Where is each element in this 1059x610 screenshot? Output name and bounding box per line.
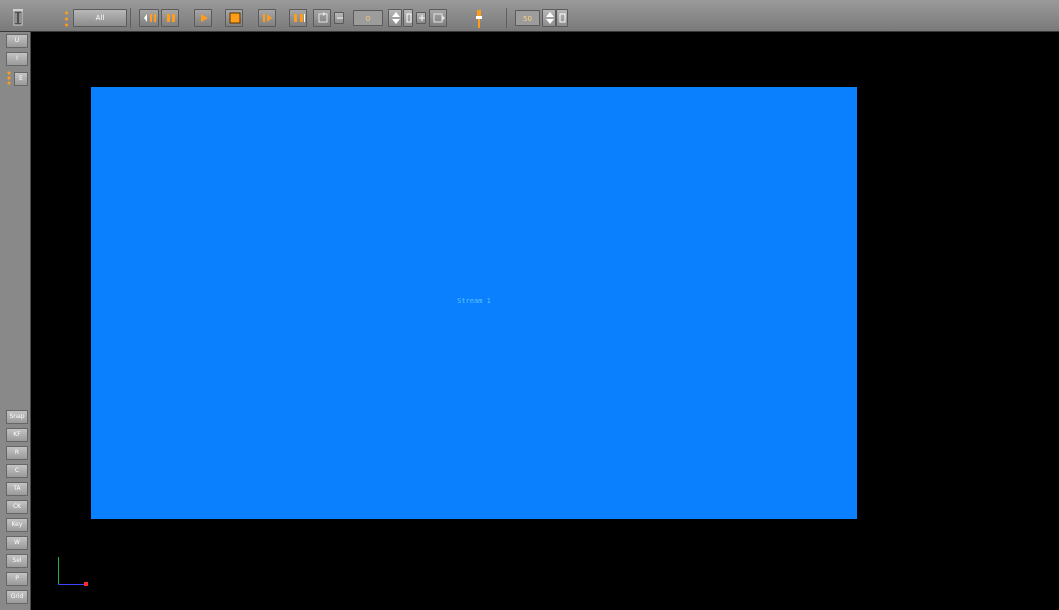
play-button[interactable] (194, 9, 212, 27)
loop-icon (318, 12, 328, 23)
step-forward-icon (263, 14, 272, 22)
frame-increment-button[interactable] (416, 12, 426, 24)
sidebar-item-u[interactable]: U (6, 34, 28, 48)
sidebar-item-kf[interactable]: KF (6, 428, 28, 442)
sidebar-item-e[interactable]: E (14, 72, 28, 86)
sidebar-item-label: R (14, 449, 20, 456)
sidebar-item-label: I (16, 55, 18, 62)
top-toolbar: All 0 50 (0, 0, 1059, 32)
sidebar-item-key[interactable]: Key (6, 518, 28, 532)
sidebar-item-w[interactable]: W (6, 536, 28, 550)
play-icon (201, 14, 208, 22)
sidebar-item-label: Sel (12, 557, 22, 564)
stream-label: Stream 1 (457, 297, 491, 305)
sidebar-handle-icon[interactable] (6, 70, 12, 86)
step-back-icon (144, 14, 156, 22)
frame-value: 0 (365, 15, 371, 23)
pause-icon (167, 14, 175, 22)
skip-end-icon (294, 14, 305, 22)
spinner-small-icon (406, 13, 412, 23)
sidebar-item-p[interactable]: P (6, 572, 28, 586)
sidebar-item-i[interactable]: I (6, 52, 28, 66)
speed-value: 50 (523, 15, 532, 23)
sidebar-item-ta[interactable]: TA (6, 482, 28, 496)
skip-end-button[interactable] (289, 9, 307, 27)
speed-spinner[interactable] (542, 9, 556, 27)
sidebar-item-c[interactable]: C (6, 464, 28, 478)
speed-spinner-icon (546, 12, 554, 24)
stream-canvas[interactable]: Stream 1 (91, 87, 857, 519)
loop-button[interactable] (313, 9, 331, 27)
sidebar-item-label: CK (12, 503, 22, 510)
mode-select-button[interactable]: All (73, 9, 127, 27)
left-sidebar: U I E Snap KF R C TA CK Key W Sel P Grid (0, 32, 31, 610)
main-viewport[interactable]: Stream 1 (31, 32, 1059, 610)
sidebar-item-label: W (14, 539, 20, 546)
drag-handle-icon[interactable] (64, 10, 69, 30)
forward-loop-icon (433, 13, 445, 23)
frame-spinner-secondary[interactable] (403, 9, 413, 27)
toolbar-divider (130, 8, 131, 28)
sidebar-item-label: C (14, 467, 20, 474)
frame-input[interactable]: 0 (353, 10, 383, 26)
sidebar-item-sel[interactable]: Sel (6, 554, 28, 568)
app-window: All 0 50 U I E Snap KF R C TA CK Key W S… (0, 0, 1059, 610)
frame-spinner[interactable] (388, 9, 402, 27)
sidebar-item-grid[interactable]: Grid (6, 590, 28, 604)
forward-loop-button[interactable] (429, 9, 447, 27)
speed-input[interactable]: 50 (515, 10, 540, 26)
spinner-arrows-icon (392, 12, 400, 24)
pause-button[interactable] (161, 9, 179, 27)
axis-y-icon (58, 557, 59, 585)
sidebar-item-snap[interactable]: Snap (6, 410, 28, 424)
axis-origin-icon (84, 582, 88, 586)
pin-icon[interactable] (474, 9, 484, 29)
plus-icon (419, 15, 425, 21)
sidebar-item-label: Key (11, 521, 23, 528)
mode-select-label: All (95, 14, 105, 22)
stop-button[interactable] (225, 9, 243, 27)
step-back-button[interactable] (139, 9, 159, 27)
sidebar-item-label: E (19, 75, 23, 82)
frame-decrement-button[interactable] (334, 12, 344, 24)
axis-x-icon (58, 584, 86, 585)
speed-spinner-small-icon (559, 13, 566, 23)
sidebar-item-r[interactable]: R (6, 446, 28, 460)
sidebar-item-ck[interactable]: CK (6, 500, 28, 514)
sidebar-item-label: Snap (9, 413, 25, 420)
speed-spinner-secondary[interactable] (556, 9, 568, 27)
sidebar-item-label: Grid (10, 593, 24, 600)
sidebar-item-label: P (15, 575, 19, 582)
step-forward-button[interactable] (258, 9, 276, 27)
stop-icon (229, 12, 241, 24)
minus-icon (337, 17, 343, 19)
trash-icon[interactable] (13, 8, 23, 26)
sidebar-item-label: KF (13, 431, 21, 438)
sidebar-item-label: TA (13, 485, 21, 492)
toolbar-divider-2 (506, 8, 507, 28)
sidebar-item-label: U (14, 37, 20, 44)
